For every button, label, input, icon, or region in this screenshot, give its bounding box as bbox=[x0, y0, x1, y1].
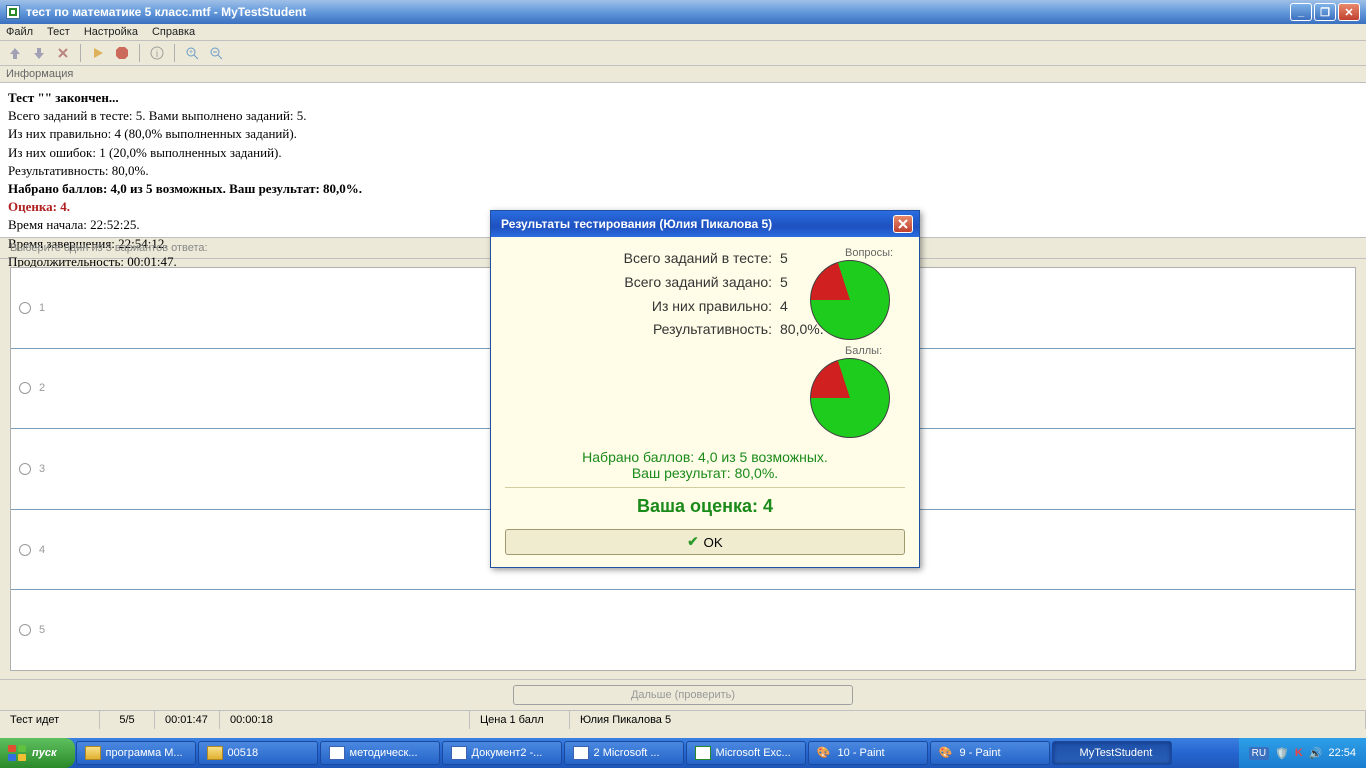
word-icon bbox=[451, 746, 467, 760]
menu-help[interactable]: Справка bbox=[152, 26, 195, 38]
divider bbox=[505, 487, 905, 488]
radio-icon bbox=[19, 463, 31, 475]
word-icon bbox=[573, 746, 589, 760]
answer-label: 3 bbox=[39, 463, 45, 475]
svg-text:+: + bbox=[189, 49, 193, 56]
answer-label: 5 bbox=[39, 624, 45, 636]
play-icon[interactable] bbox=[89, 44, 107, 62]
language-indicator[interactable]: RU bbox=[1249, 747, 1269, 760]
radio-icon bbox=[19, 382, 31, 394]
dialog-stat-values: 5 5 4 80,0%. bbox=[780, 247, 810, 443]
info-line: Тест "" закончен... bbox=[8, 89, 1358, 107]
info-icon[interactable]: i bbox=[148, 44, 166, 62]
taskbar-item-active[interactable]: MyTestStudent bbox=[1052, 741, 1172, 765]
dialog-title-text: Результаты тестирования (Юлия Пикалова 5… bbox=[501, 217, 772, 231]
menu-settings[interactable]: Настройка bbox=[84, 26, 138, 38]
answer-label: 4 bbox=[39, 544, 45, 556]
radio-icon bbox=[19, 544, 31, 556]
maximize-button[interactable]: ❐ bbox=[1314, 3, 1336, 21]
taskbar-item[interactable]: Документ2 -... bbox=[442, 741, 562, 765]
dialog-titlebar[interactable]: Результаты тестирования (Юлия Пикалова 5… bbox=[491, 211, 919, 237]
pie-chart-questions bbox=[810, 260, 890, 340]
excel-icon bbox=[695, 746, 711, 760]
folder-icon bbox=[85, 746, 101, 760]
info-line: Из них правильно: 4 (80,0% выполненных з… bbox=[8, 125, 1358, 143]
paint-icon: 🎨 bbox=[939, 746, 955, 760]
taskbar-item[interactable]: методическ... bbox=[320, 741, 440, 765]
taskbar-item[interactable]: 🎨10 - Paint bbox=[808, 741, 928, 765]
windows-logo-icon bbox=[8, 745, 26, 761]
pie-points-label: Баллы: bbox=[845, 345, 905, 357]
check-icon: ✔ bbox=[687, 534, 698, 550]
taskbar: пуск программа М... 00518 методическ... … bbox=[0, 738, 1366, 768]
tray-icon[interactable]: 🛡️ bbox=[1275, 747, 1289, 760]
app-icon bbox=[1061, 746, 1075, 760]
results-dialog: Результаты тестирования (Юлия Пикалова 5… bbox=[490, 210, 920, 568]
radio-icon bbox=[19, 302, 31, 314]
toolbar: i + bbox=[0, 41, 1366, 66]
arrow-down-icon[interactable] bbox=[30, 44, 48, 62]
ok-button[interactable]: ✔ OK bbox=[505, 529, 905, 555]
dialog-close-button[interactable] bbox=[893, 215, 913, 233]
minimize-button[interactable]: _ bbox=[1290, 3, 1312, 21]
status-test-running: Тест идет bbox=[0, 711, 100, 729]
dialog-score-text: Набрано баллов: 4,0 из 5 возможных. Ваш … bbox=[505, 449, 905, 481]
status-user: Юлия Пикалова 5 bbox=[570, 711, 1366, 729]
system-tray: RU 🛡️ K 🔊 22:54 bbox=[1239, 738, 1366, 768]
zoom-out-icon[interactable] bbox=[207, 44, 225, 62]
delete-icon[interactable] bbox=[54, 44, 72, 62]
taskbar-item[interactable]: программа М... bbox=[76, 741, 196, 765]
word-icon bbox=[329, 746, 345, 760]
info-line: Результативность: 80,0%. bbox=[8, 162, 1358, 180]
clock[interactable]: 22:54 bbox=[1328, 747, 1356, 759]
info-line: Из них ошибок: 1 (20,0% выполненных зада… bbox=[8, 144, 1358, 162]
answer-option[interactable]: 5 bbox=[11, 590, 1355, 670]
ok-label: OK bbox=[703, 535, 722, 550]
stop-icon[interactable] bbox=[113, 44, 131, 62]
paint-icon: 🎨 bbox=[817, 746, 833, 760]
status-elapsed: 00:01:47 bbox=[155, 711, 220, 729]
folder-icon bbox=[207, 746, 223, 760]
answer-label: 2 bbox=[39, 382, 45, 394]
svg-text:i: i bbox=[156, 49, 158, 60]
taskbar-item[interactable]: Microsoft Exc... bbox=[686, 741, 806, 765]
pie-questions-label: Вопросы: bbox=[845, 247, 905, 259]
status-price: Цена 1 балл bbox=[470, 711, 570, 729]
taskbar-item[interactable]: 2 Microsoft ... bbox=[564, 741, 684, 765]
window-titlebar: тест по математике 5 класс.mtf - MyTestS… bbox=[0, 0, 1366, 24]
start-label: пуск bbox=[32, 747, 57, 759]
dialog-grade: Ваша оценка: 4 bbox=[505, 496, 905, 517]
zoom-in-icon[interactable]: + bbox=[183, 44, 201, 62]
taskbar-item[interactable]: 🎨9 - Paint bbox=[930, 741, 1050, 765]
status-bar: Тест идет 5/5 00:01:47 00:00:18 Цена 1 б… bbox=[0, 710, 1366, 729]
arrow-up-icon[interactable] bbox=[6, 44, 24, 62]
answer-label: 1 bbox=[39, 302, 45, 314]
taskbar-item[interactable]: 00518 bbox=[198, 741, 318, 765]
status-remaining: 00:00:18 bbox=[220, 711, 470, 729]
status-progress: 5/5 bbox=[100, 711, 155, 729]
window-title-text: тест по математике 5 класс.mtf - MyTestS… bbox=[26, 5, 306, 19]
menu-bar: Файл Тест Настройка Справка bbox=[0, 24, 1366, 41]
info-score-line: Набрано баллов: 4,0 из 5 возможных. Ваш … bbox=[8, 180, 1358, 198]
close-button[interactable]: ✕ bbox=[1338, 3, 1360, 21]
info-panel-header: Информация bbox=[0, 66, 1366, 83]
tray-icon[interactable]: K bbox=[1295, 747, 1303, 759]
radio-icon bbox=[19, 624, 31, 636]
dialog-stat-labels: Всего заданий в тесте: Всего заданий зад… bbox=[505, 247, 780, 443]
app-icon bbox=[6, 5, 20, 19]
next-button[interactable]: Дальше (проверить) bbox=[513, 685, 853, 705]
tray-icon[interactable]: 🔊 bbox=[1309, 747, 1323, 760]
info-line: Всего заданий в тесте: 5. Вами выполнено… bbox=[8, 107, 1358, 125]
menu-test[interactable]: Тест bbox=[47, 26, 70, 38]
pie-chart-points bbox=[810, 358, 890, 438]
start-button[interactable]: пуск bbox=[0, 738, 75, 768]
menu-file[interactable]: Файл bbox=[6, 26, 33, 38]
